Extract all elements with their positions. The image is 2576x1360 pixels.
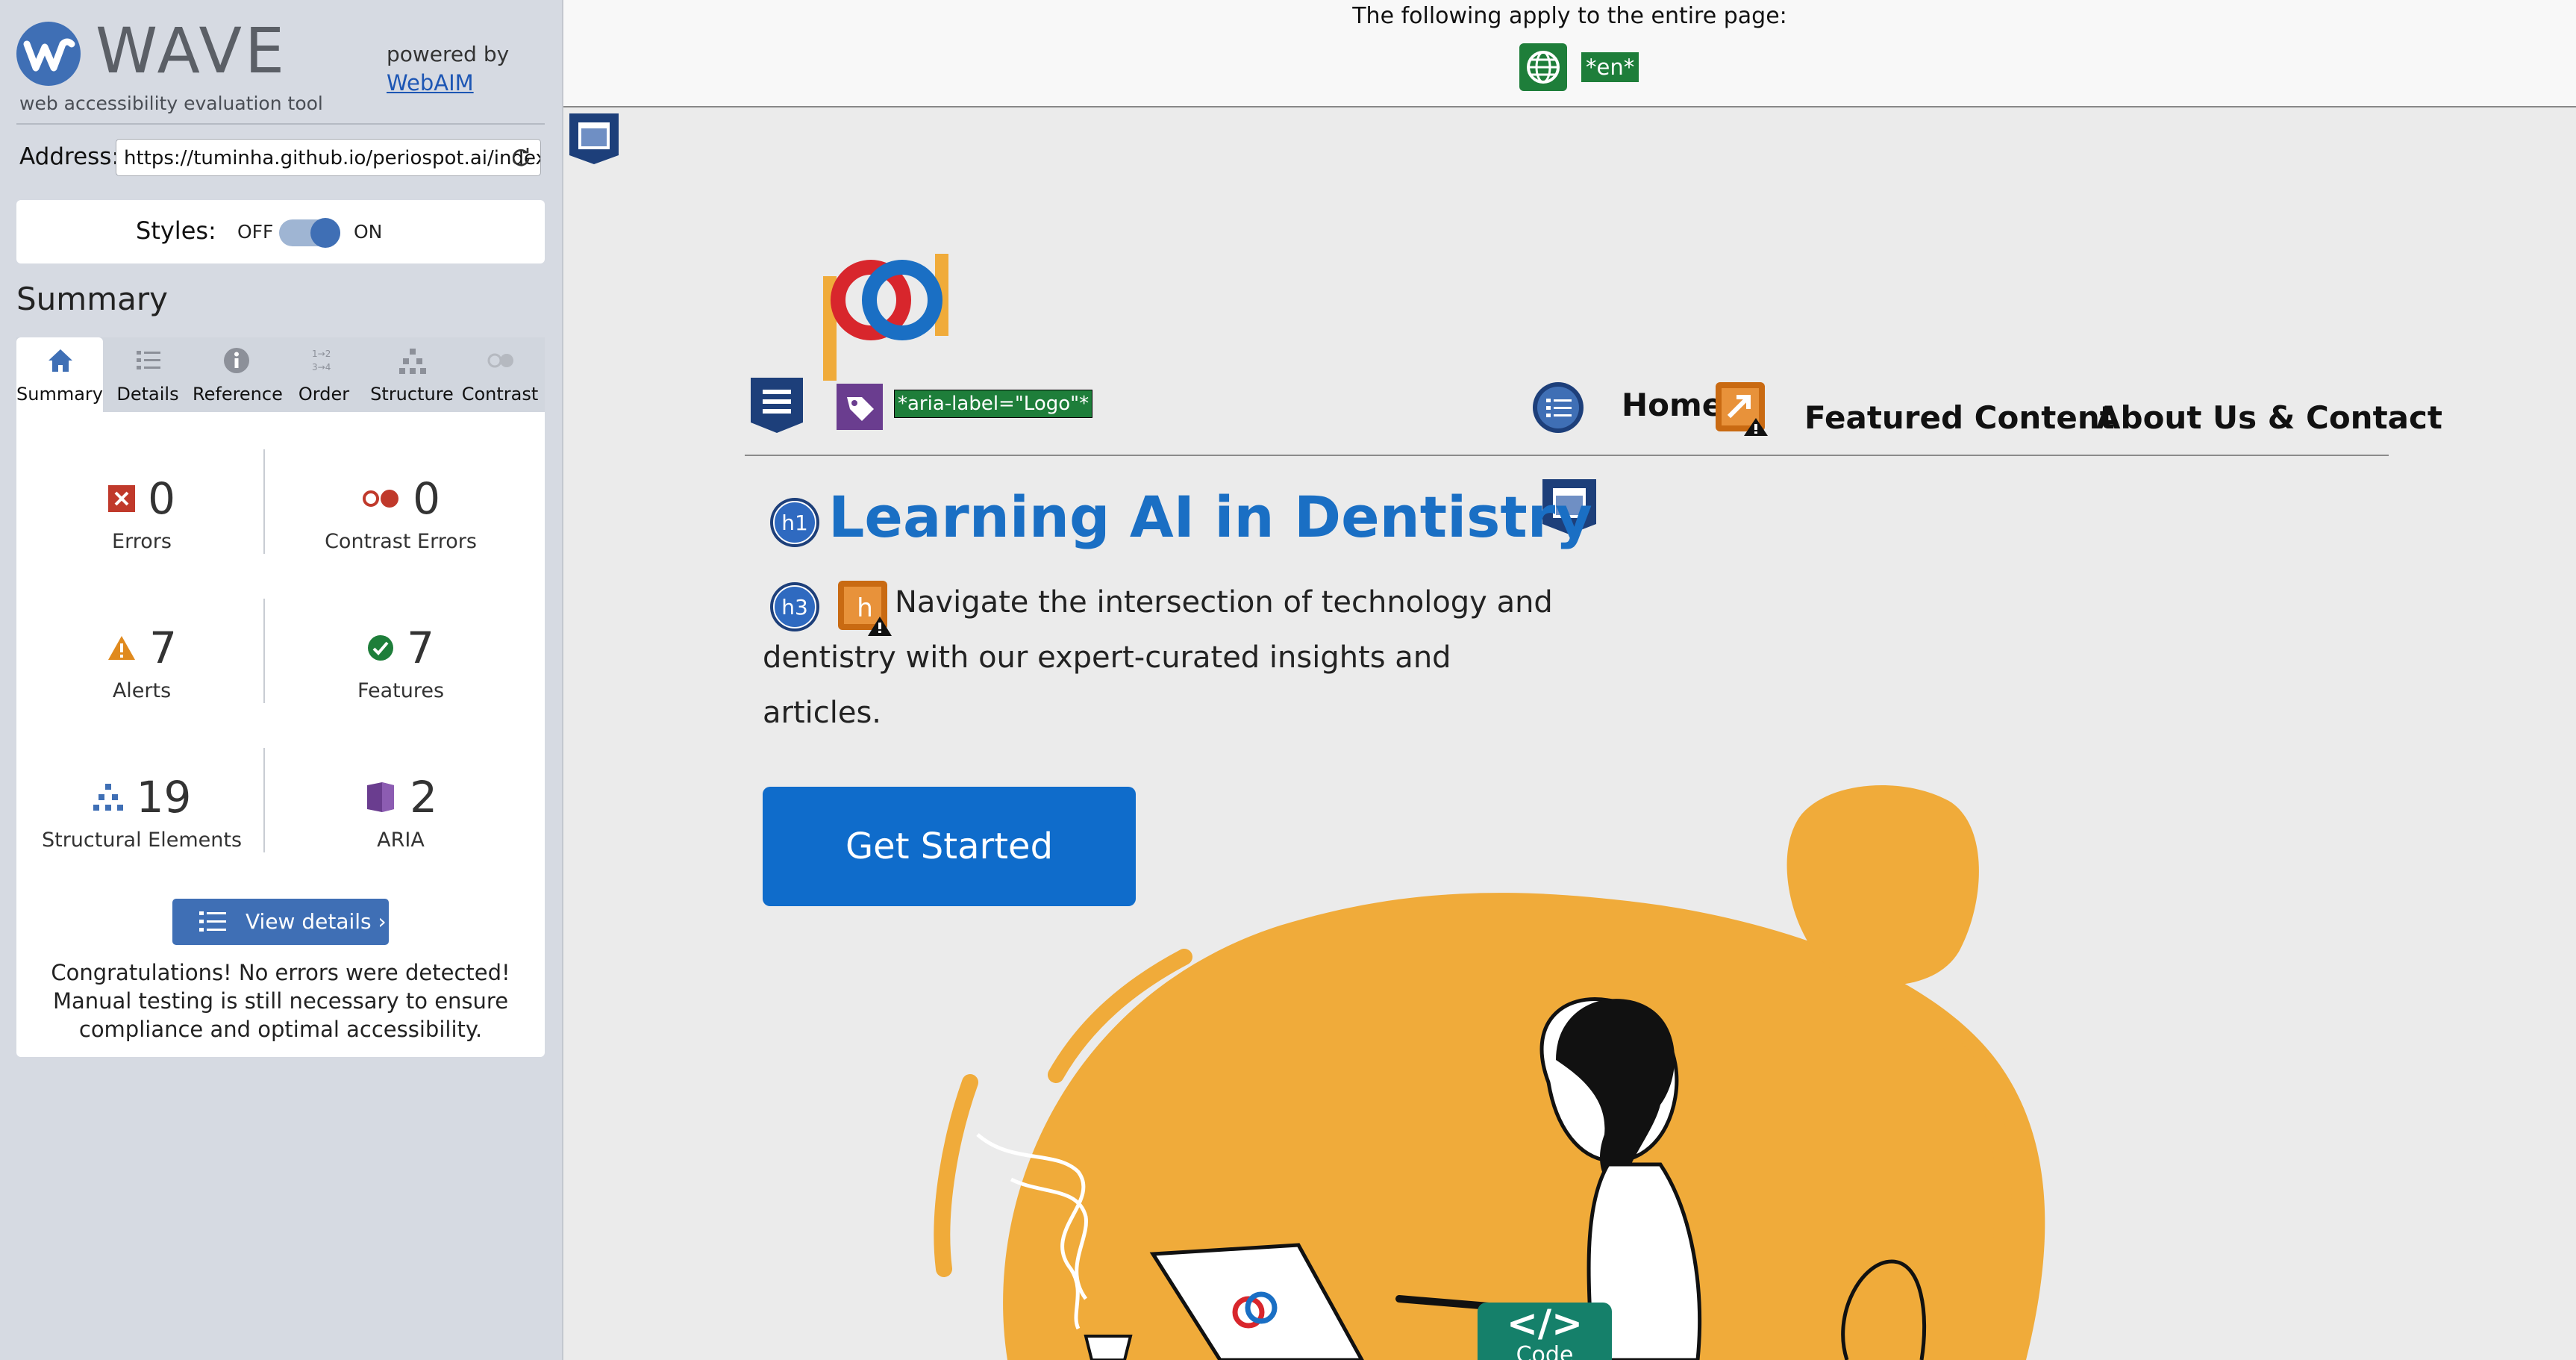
info-icon xyxy=(224,348,249,373)
view-details-button[interactable]: View details › xyxy=(172,899,389,945)
aria-count: 2 xyxy=(410,772,437,823)
tab-details[interactable]: Details xyxy=(104,337,191,412)
svg-text:3→4: 3→4 xyxy=(312,362,331,372)
language-globe-icon[interactable] xyxy=(1519,43,1567,91)
features-count: 7 xyxy=(407,623,434,673)
order-icon: 1→2 3→4 xyxy=(312,349,331,372)
tab-label: Reference xyxy=(193,384,283,405)
alerts-label: Alerts xyxy=(112,679,172,702)
features-label: Features xyxy=(357,679,445,702)
page-preview: The following apply to the entire page: … xyxy=(563,0,2576,1360)
tab-reference[interactable]: Reference xyxy=(193,337,283,412)
powered-by-text: powered by xyxy=(387,42,510,66)
contrast-error-icon xyxy=(363,490,398,508)
code-toggle-button[interactable]: </> Code xyxy=(1478,1303,1612,1360)
tab-order[interactable]: 1→2 3→4 Order xyxy=(281,337,367,412)
hero-title: Learning AI in Dentistry xyxy=(828,484,1592,550)
wave-sidebar: WAVE web accessibility evaluation tool p… xyxy=(0,0,563,1360)
view-details-label: View details › xyxy=(246,909,387,934)
contrast-errors-metric[interactable]: 0 Contrast Errors xyxy=(281,473,520,553)
get-started-button[interactable]: Get Started xyxy=(763,787,1136,906)
h1-badge-text: h1 xyxy=(781,511,808,535)
hero-subtitle: Navigate the intersection of technology … xyxy=(763,585,1553,730)
tab-label: Details xyxy=(116,384,179,405)
tab-label: Contrast xyxy=(461,384,539,405)
webaim-link[interactable]: WebAIM xyxy=(387,70,474,96)
home-icon xyxy=(49,349,72,372)
aria-tag-icon[interactable] xyxy=(832,381,887,433)
tab-label: Order xyxy=(298,384,350,405)
features-metric[interactable]: 7 Features xyxy=(281,623,520,702)
tab-structure[interactable]: Structure xyxy=(369,337,455,412)
page-wide-banner-text: The following apply to the entire page: xyxy=(1352,3,1787,29)
panel-tabs: Summary Details Reference 1→2 3→4 Order … xyxy=(16,337,545,412)
address-label: Address: xyxy=(19,143,119,170)
contrast-errors-label: Contrast Errors xyxy=(325,530,477,553)
styles-toggle-knob xyxy=(310,218,340,248)
list-icon xyxy=(199,911,226,932)
address-input[interactable]: https://tuminha.github.io/periospot.ai/i… xyxy=(116,139,541,176)
styles-off-label: OFF xyxy=(237,221,274,243)
structural-count: 19 xyxy=(136,772,192,823)
errors-metric[interactable]: 0 Errors xyxy=(22,473,261,553)
nav-home-link[interactable]: Home xyxy=(1622,387,1723,423)
code-label: Code xyxy=(1516,1342,1574,1360)
nav-about-link[interactable]: About Us & Contact xyxy=(2096,399,2442,436)
structure-icon xyxy=(399,349,426,374)
navigation-list-icon[interactable] xyxy=(749,375,804,434)
nav-list-icon[interactable] xyxy=(1531,381,1585,434)
header-divider xyxy=(745,455,2389,456)
card-divider xyxy=(263,449,265,554)
header-region-icon[interactable] xyxy=(568,110,620,166)
svg-text:1→2: 1→2 xyxy=(312,349,331,359)
tab-contrast[interactable]: Contrast xyxy=(457,337,543,412)
styles-toggle[interactable] xyxy=(279,218,340,248)
feature-check-icon xyxy=(368,635,393,661)
errors-count: 0 xyxy=(148,473,175,524)
code-icon: </> xyxy=(1506,1302,1584,1345)
summary-card: 0 Errors 0 Contrast Errors 7 Alerts 7 Fe… xyxy=(16,412,545,1057)
h1-heading-icon[interactable]: h1 xyxy=(769,496,821,549)
tab-summary[interactable]: Summary xyxy=(16,337,103,412)
styles-on-label: ON xyxy=(354,221,383,243)
structure-icon xyxy=(93,784,123,811)
wave-app: WAVE web accessibility evaluation tool p… xyxy=(0,0,2576,1360)
tab-label: Summary xyxy=(16,384,103,405)
reload-icon[interactable] xyxy=(510,146,532,169)
list-icon xyxy=(137,351,160,369)
structural-label: Structural Elements xyxy=(41,829,243,852)
aria-metric[interactable]: 2 ARIA xyxy=(281,772,520,852)
congratulations-message: Congratulations! No errors were detected… xyxy=(51,960,510,1042)
card-divider xyxy=(263,599,265,703)
redundant-link-alert-icon[interactable] xyxy=(1713,381,1771,437)
sidebar-divider xyxy=(16,123,545,125)
wave-logo-icon[interactable] xyxy=(16,22,81,86)
aria-cube-icon xyxy=(367,782,394,812)
wave-tagline: web accessibility evaluation tool xyxy=(19,93,323,114)
error-icon xyxy=(108,485,135,512)
language-badge[interactable]: *en* xyxy=(1581,52,1639,82)
aria-label-tag[interactable]: *aria-label="Logo"* xyxy=(894,390,1093,418)
contrast-icon xyxy=(487,353,513,368)
card-divider xyxy=(263,748,265,852)
page-wide-banner: The following apply to the entire page: … xyxy=(563,0,2576,107)
site-logo[interactable] xyxy=(823,254,950,381)
aria-label: ARIA xyxy=(377,829,425,852)
alert-icon xyxy=(108,636,135,660)
contrast-errors-count: 0 xyxy=(413,473,440,524)
nav-featured-link[interactable]: Featured Content xyxy=(1804,399,2115,436)
tab-label: Structure xyxy=(370,384,454,405)
alerts-metric[interactable]: 7 Alerts xyxy=(22,623,261,702)
structural-metric[interactable]: 19 Structural Elements xyxy=(22,772,261,852)
errors-label: Errors xyxy=(112,530,172,553)
alerts-count: 7 xyxy=(149,623,177,673)
styles-label: Styles: xyxy=(136,216,216,245)
summary-heading: Summary xyxy=(16,281,168,317)
wave-title: WAVE xyxy=(96,14,288,87)
styles-panel: Styles: OFF ON xyxy=(16,200,545,263)
